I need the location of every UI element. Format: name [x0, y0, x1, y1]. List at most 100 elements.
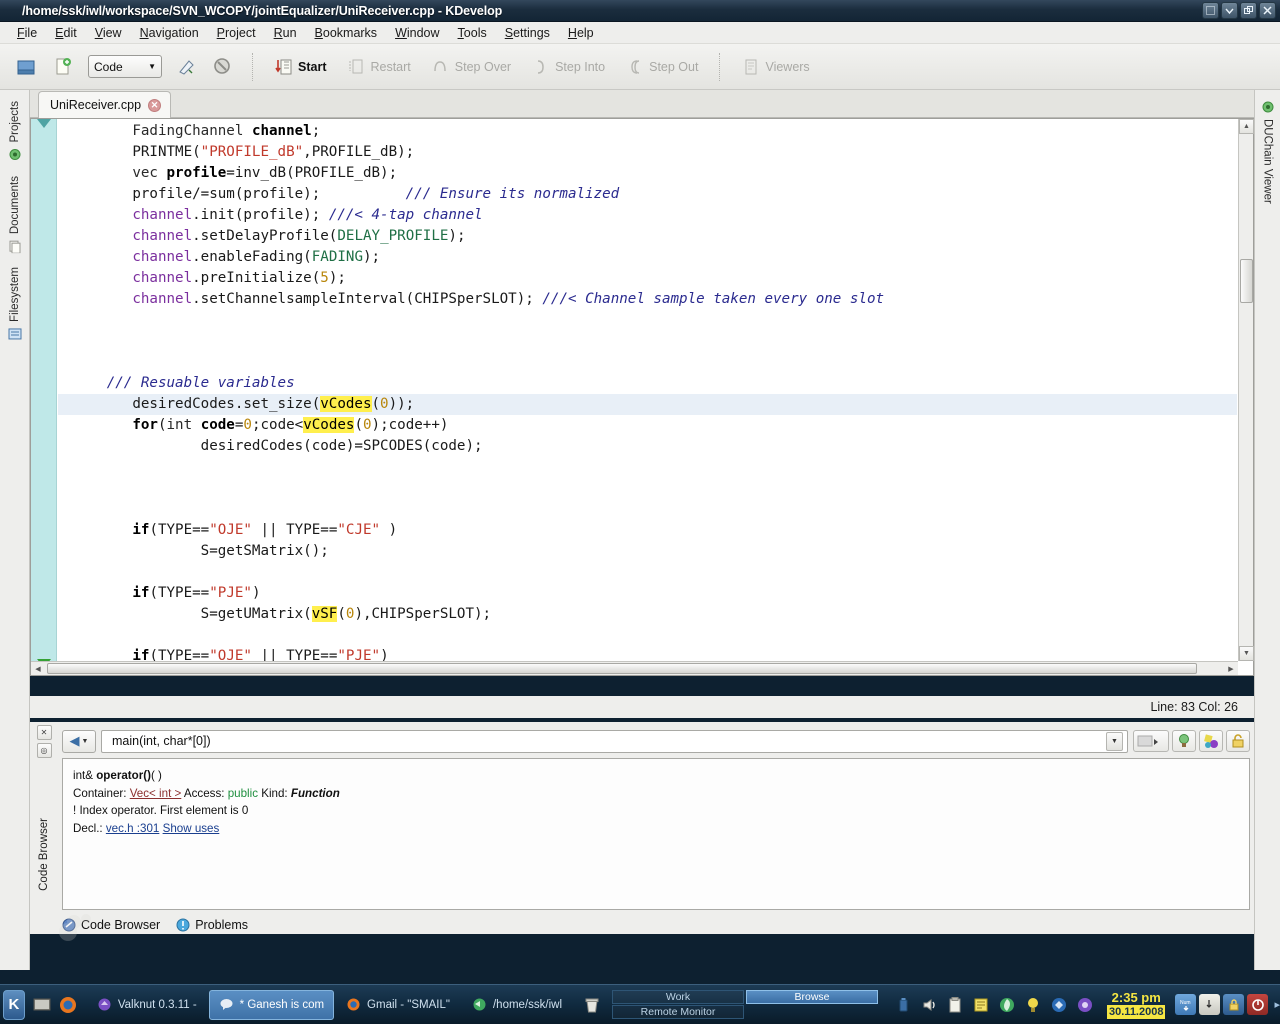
lightbulb-icon[interactable]	[1172, 730, 1196, 752]
code-line[interactable]: channel.init(profile); ///< 4-tap channe…	[58, 205, 1237, 226]
close-button[interactable]	[1259, 2, 1276, 19]
open-folder-icon[interactable]	[12, 52, 42, 82]
code-line[interactable]	[58, 457, 1237, 478]
vertical-scroll-thumb[interactable]	[1240, 259, 1253, 303]
volume-icon[interactable]	[918, 994, 939, 1015]
menu-bookmarks[interactable]: Bookmarks	[306, 24, 387, 42]
code-line[interactable]: channel.preInitialize(5);	[58, 268, 1237, 289]
editor-icon-border[interactable]	[31, 119, 57, 675]
stop-icon[interactable]	[208, 52, 238, 82]
gradient-icon[interactable]	[1133, 730, 1169, 752]
klipper-icon[interactable]	[944, 994, 965, 1015]
task-gmail[interactable]: Gmail - "SMAIL"	[336, 990, 460, 1020]
sidebar-item-documents[interactable]: Documents	[4, 169, 26, 260]
restart-button[interactable]: Restart	[339, 54, 417, 79]
menu-view[interactable]: View	[86, 24, 131, 42]
editor-vertical-scrollbar[interactable]: ▲ ▼	[1238, 119, 1254, 661]
menu-settings[interactable]: Settings	[496, 24, 559, 42]
shade-button[interactable]	[1202, 2, 1219, 19]
scroll-up-icon[interactable]: ▲	[1239, 119, 1254, 134]
menu-edit[interactable]: Edit	[46, 24, 86, 42]
menu-run[interactable]: Run	[265, 24, 306, 42]
code-line[interactable]	[58, 352, 1237, 373]
lock-screen-icon[interactable]	[1223, 994, 1245, 1015]
pager-remote-monitor[interactable]: Remote Monitor	[612, 1005, 745, 1019]
code-line[interactable]: channel.setChannelsampleInterval(CHIPSpe…	[58, 289, 1237, 310]
code-line[interactable]: S=getSMatrix();	[58, 541, 1237, 562]
code-line[interactable]: vec profile=inv_dB(PROFILE_dB);	[58, 163, 1237, 184]
keyboard-icon[interactable]	[1199, 994, 1221, 1015]
editor-horizontal-scrollbar[interactable]: ◀ ▶	[31, 661, 1238, 675]
sidebar-item-filesystem[interactable]: Filesystem	[4, 260, 26, 348]
code-line[interactable]	[58, 562, 1237, 583]
show-desktop-icon[interactable]	[31, 994, 53, 1016]
horizontal-scroll-thumb[interactable]	[47, 663, 1197, 674]
code-line[interactable]: if(TYPE=="OJE" || TYPE=="PJE")	[58, 646, 1237, 661]
code-line[interactable]: profile/=sum(profile); /// Ensure its no…	[58, 184, 1237, 205]
editor-text[interactable]: FadingChannel channel; PRINTME("PROFILE_…	[58, 119, 1237, 661]
firefox-icon[interactable]	[57, 994, 79, 1016]
code-line[interactable]: if(TYPE=="PJE")	[58, 583, 1237, 604]
menu-window[interactable]: Window	[386, 24, 448, 42]
task-home-folder[interactable]: /home/ssk/iwl	[462, 990, 572, 1020]
scroll-left-icon[interactable]: ◀	[31, 662, 45, 675]
code-line[interactable]: /// Resuable variables	[58, 373, 1237, 394]
network-icon[interactable]	[1074, 994, 1095, 1015]
fold-marker-top-icon[interactable]	[37, 119, 51, 128]
restore-button[interactable]	[1240, 2, 1257, 19]
code-editor[interactable]: FadingChannel channel; PRINTME("PROFILE_…	[30, 118, 1254, 676]
notes-icon[interactable]	[970, 994, 991, 1015]
show-uses-link[interactable]: Show uses	[163, 822, 220, 835]
code-line[interactable]: channel.setDelayProfile(DELAY_PROFILE);	[58, 226, 1237, 247]
task-valknut[interactable]: Valknut 0.3.11 -	[87, 990, 207, 1020]
decl-file-link[interactable]: vec.h :301	[106, 822, 160, 835]
code-line[interactable]	[58, 625, 1237, 646]
code-line[interactable]: desiredCodes(code)=SPCODES(code);	[58, 436, 1237, 457]
code-line[interactable]	[58, 331, 1237, 352]
scroll-down-icon[interactable]: ▼	[1239, 646, 1254, 661]
kmenu-button[interactable]: K	[3, 989, 25, 1020]
maximize-button[interactable]	[1221, 2, 1238, 19]
sidebar-item-duchain-viewer[interactable]: DUChain Viewer	[1258, 94, 1278, 210]
menu-navigation[interactable]: Navigation	[131, 24, 208, 42]
code-line[interactable]	[58, 310, 1237, 331]
tray-overflow-icon[interactable]: ▸	[1274, 998, 1280, 1011]
battery-icon[interactable]	[892, 994, 913, 1015]
amarok-icon[interactable]	[996, 994, 1017, 1015]
lightbulb-icon[interactable]	[1022, 994, 1043, 1015]
container-link[interactable]: Vec< int >	[130, 787, 182, 800]
code-line[interactable]: desiredCodes.set_size(vCodes(0));	[58, 394, 1237, 415]
update-icon[interactable]	[1048, 994, 1069, 1015]
chevron-down-icon[interactable]: ▼	[1106, 731, 1123, 751]
code-line[interactable]: if(TYPE=="OJE" || TYPE=="CJE" )	[58, 520, 1237, 541]
navigate-back-button[interactable]: ◀ ▼	[62, 729, 96, 753]
scroll-right-icon[interactable]: ▶	[1224, 662, 1238, 675]
task-ganesh[interactable]: * Ganesh is com	[208, 989, 335, 1020]
step-over-button[interactable]: Step Over	[424, 54, 518, 79]
lock-icon[interactable]	[1226, 730, 1250, 752]
menu-file[interactable]: File	[8, 24, 46, 42]
clock[interactable]: 2:35 pm 30.11.2008	[1107, 990, 1166, 1019]
configure-launches-icon[interactable]	[172, 52, 202, 82]
code-line[interactable]: PRINTME("PROFILE_dB",PROFILE_dB);	[58, 142, 1237, 163]
dock-close-icon[interactable]: ✕	[36, 725, 52, 740]
new-file-icon[interactable]	[48, 52, 78, 82]
trash-icon[interactable]	[582, 994, 602, 1016]
code-line[interactable]	[58, 499, 1237, 520]
code-line[interactable]	[58, 478, 1237, 499]
viewers-button[interactable]: Viewers	[734, 54, 816, 79]
close-icon[interactable]: ✕	[148, 98, 162, 112]
tab-unireceiver-cpp[interactable]: UniReceiver.cpp ✕	[38, 91, 172, 118]
menu-help[interactable]: Help	[559, 24, 603, 42]
numlock-icon[interactable]: Num	[1175, 994, 1197, 1015]
code-line[interactable]: FadingChannel channel;	[58, 121, 1237, 142]
pager-browse[interactable]: Browse	[746, 990, 879, 1004]
context-combo[interactable]: main(int, char*[0]) ▼	[101, 729, 1128, 753]
code-line[interactable]: for(int code=0;code<vCodes(0);code++)	[58, 415, 1237, 436]
step-into-button[interactable]: Step Into	[524, 54, 612, 79]
pager-work[interactable]: Work	[612, 990, 745, 1004]
start-button[interactable]: Start	[267, 54, 333, 79]
dock-float-icon[interactable]: ◎	[36, 743, 52, 758]
tab-code-browser[interactable]: Code Browser	[62, 918, 160, 932]
code-line[interactable]: S=getUMatrix(vSF(0),CHIPSperSLOT);	[58, 604, 1237, 625]
